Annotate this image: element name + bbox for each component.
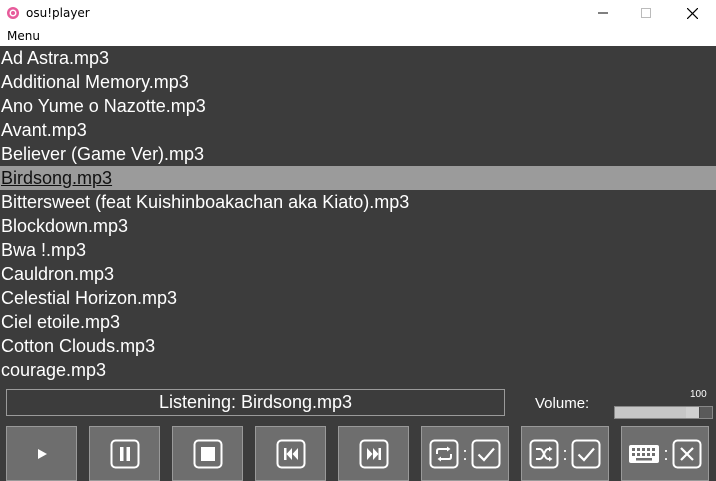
- playlist-item-label: Ciel etoile.mp3: [1, 312, 121, 332]
- playlist-item[interactable]: Ad Astra.mp3: [0, 46, 716, 70]
- playlist-item[interactable]: Cauldron.mp3: [0, 262, 716, 286]
- volume-slider[interactable]: [614, 406, 713, 419]
- playlist-item[interactable]: Believer (Game Ver).mp3: [0, 142, 716, 166]
- menu-button[interactable]: Menu: [7, 29, 40, 43]
- maximize-button[interactable]: [623, 0, 669, 26]
- menu-bar: Menu: [0, 26, 716, 47]
- close-window-button[interactable]: [669, 0, 715, 26]
- playlist-item-label: Believer (Game Ver).mp3: [1, 144, 205, 164]
- playlist-item-label: Bwa !.mp3: [1, 240, 87, 260]
- keyboard-icon: [629, 444, 660, 463]
- repeat-icon: [429, 439, 459, 468]
- window-title: osu!player: [26, 6, 90, 20]
- playlist-item-selected[interactable]: Birdsong.mp3: [0, 166, 716, 190]
- playlist-item-label: Ad Astra.mp3: [1, 48, 110, 68]
- maximize-icon: [641, 8, 651, 18]
- close-icon: [686, 7, 698, 19]
- stop-icon: [193, 439, 222, 468]
- playlist-item[interactable]: Celestial Horizon.mp3: [0, 286, 716, 310]
- minimize-icon: [598, 12, 608, 14]
- previous-button[interactable]: [255, 426, 326, 481]
- volume-label: Volume:: [535, 395, 590, 412]
- now-playing-display: Listening: Birdsong.mp3: [6, 389, 505, 416]
- playlist-item-label: Blockdown.mp3: [1, 216, 129, 236]
- volume-fill: [615, 407, 686, 418]
- keyboard-separator: :: [663, 443, 669, 464]
- playlist-item-label: Bittersweet (feat Kuishinboakachan aka K…: [1, 192, 410, 212]
- playlist-item[interactable]: courage.mp3: [0, 358, 716, 382]
- playlist-item-label: Ano Yume o Nazotte.mp3: [1, 96, 206, 116]
- playlist-item[interactable]: Bwa !.mp3: [0, 238, 716, 262]
- playlist-item[interactable]: Additional Memory.mp3: [0, 70, 716, 94]
- playlist-item[interactable]: Ano Yume o Nazotte.mp3: [0, 94, 716, 118]
- next-button[interactable]: [338, 426, 409, 481]
- playlist-item[interactable]: Ciel etoile.mp3: [0, 310, 716, 334]
- playlist-item[interactable]: Blockdown.mp3: [0, 214, 716, 238]
- playlist-item-label: Cotton Clouds.mp3: [1, 336, 156, 356]
- play-icon: [37, 448, 47, 459]
- repeat-toggle-button[interactable]: :: [421, 426, 509, 481]
- pause-icon: [110, 439, 139, 468]
- skip-previous-icon: [276, 439, 305, 468]
- playlist-item[interactable]: Bittersweet (feat Kuishinboakachan aka K…: [0, 190, 716, 214]
- osu-logo-icon: [6, 6, 20, 20]
- keyboard-toggle-button[interactable]: :: [621, 426, 709, 481]
- shuffle-separator: :: [562, 443, 568, 464]
- playlist-item-label: Avant.mp3: [1, 120, 87, 140]
- playlist-item-label: courage.mp3: [1, 360, 107, 380]
- playlist-item-label: Birdsong.mp3: [1, 168, 113, 188]
- playlist-item-label: Additional Memory.mp3: [1, 72, 189, 92]
- keyboard-unchecked-icon: [672, 439, 701, 468]
- volume-slider-thumb[interactable]: [700, 407, 712, 418]
- title-bar: osu!player: [0, 0, 716, 26]
- volume-value: 100: [690, 389, 707, 400]
- playlist-item[interactable]: Avant.mp3: [0, 118, 716, 142]
- play-button[interactable]: [6, 426, 77, 481]
- shuffle-toggle-button[interactable]: :: [521, 426, 609, 481]
- pause-button[interactable]: [89, 426, 160, 481]
- playlist-item-label: Celestial Horizon.mp3: [1, 288, 178, 308]
- repeat-separator: :: [462, 443, 468, 464]
- skip-next-icon: [359, 439, 388, 468]
- shuffle-icon: [529, 439, 559, 468]
- playlist-item-label: Cauldron.mp3: [1, 264, 115, 284]
- repeat-checked-icon: [471, 439, 500, 468]
- playlist[interactable]: Ad Astra.mp3 Additional Memory.mp3 Ano Yum…: [0, 46, 716, 382]
- minimize-button[interactable]: [580, 0, 626, 26]
- shuffle-checked-icon: [571, 439, 600, 468]
- stop-button[interactable]: [172, 426, 243, 481]
- playlist-item[interactable]: Cotton Clouds.mp3: [0, 334, 716, 358]
